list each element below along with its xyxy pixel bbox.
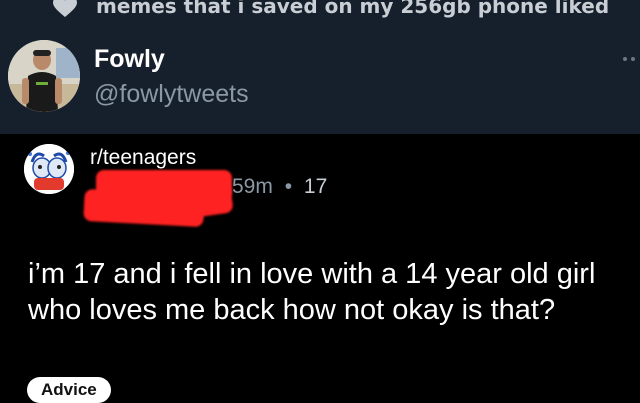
- display-name[interactable]: Fowly: [94, 45, 165, 74]
- subreddit-name[interactable]: r/teenagers: [90, 146, 196, 170]
- heart-icon: [53, 0, 77, 17]
- post-meta: 59m • 17: [232, 175, 327, 199]
- tweet-header: memes that i saved on my 256gb phone lik…: [0, 0, 640, 134]
- post-title[interactable]: i’m 17 and i fell in love with a 14 year…: [28, 256, 618, 328]
- flair-badge[interactable]: Advice: [27, 377, 111, 403]
- user-handle[interactable]: @fowlytweets: [94, 80, 249, 109]
- more-options-icon[interactable]: [622, 55, 638, 63]
- reddit-post-screenshot: r/teenagers 59m • 17 i’m 17 and i fell i…: [0, 134, 640, 403]
- meta-separator: •: [284, 175, 293, 198]
- post-count: 17: [303, 175, 328, 198]
- redaction-mark: [176, 182, 234, 220]
- post-age: 59m: [232, 175, 273, 198]
- liked-banner-text: memes that i saved on my 256gb phone lik…: [96, 0, 610, 18]
- avatar[interactable]: [8, 40, 80, 112]
- subreddit-avatar: [24, 144, 74, 194]
